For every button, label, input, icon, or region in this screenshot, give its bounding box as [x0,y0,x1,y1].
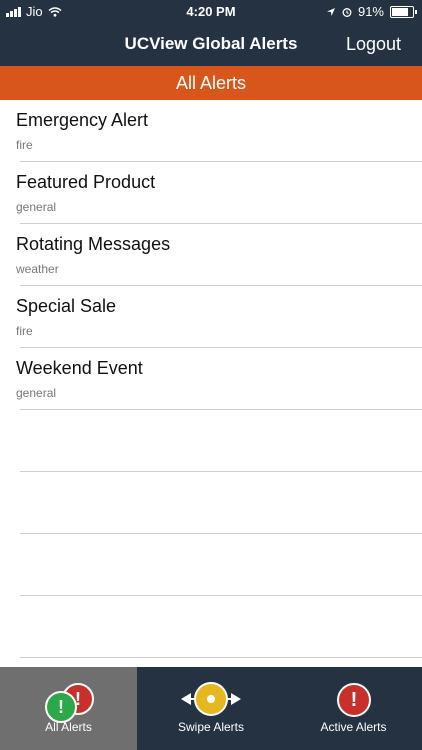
tab-bar: ! ! All Alerts Swipe Alerts ! Active Ale… [0,667,422,750]
empty-row [20,534,422,596]
alert-name: Special Sale [16,296,117,316]
top-bar: Jio 4:20 PM 91% UCView Global Alerts Log… [0,0,422,66]
alert-category: weather [16,262,59,276]
list-item[interactable]: Emergency Alert fire [16,100,422,162]
alert-name: Featured Product [16,172,156,192]
empty-row [20,596,422,658]
alert-list: Emergency Alert fire Featured Product ge… [0,100,422,658]
list-item[interactable]: Special Sale fire [16,286,422,348]
alarm-icon [342,7,352,17]
alert-name: Weekend Event [16,358,143,378]
list-item[interactable]: Rotating Messages weather [16,224,422,286]
battery-percent: 91% [357,4,384,19]
empty-row [20,472,422,534]
alert-category: general [16,386,57,400]
status-bar: Jio 4:20 PM 91% [0,0,422,22]
battery-icon [390,5,417,18]
alert-name: Rotating Messages [16,234,171,254]
tab-label: Swipe Alerts [177,720,245,734]
check-alert-icon: ! [45,691,77,723]
swipe-icon [181,682,241,716]
page-title: All Alerts [0,66,422,100]
active-alert-icon: ! [337,683,371,717]
list-item[interactable]: Featured Product general [16,162,422,224]
alert-name: Emergency Alert [16,110,149,130]
list-item[interactable]: Weekend Event general [16,348,422,410]
tab-swipe-alerts[interactable]: Swipe Alerts [137,667,285,750]
tab-all-alerts[interactable]: ! ! All Alerts [0,667,137,750]
empty-row [20,410,422,472]
tab-active-alerts[interactable]: ! Active Alerts [285,667,422,750]
tab-label: All Alerts [45,720,92,734]
alert-category: fire [16,324,33,338]
logout-button[interactable]: Logout [346,34,401,55]
alert-category: fire [16,138,33,152]
location-arrow-icon [326,7,335,16]
alert-category: general [16,200,57,214]
battery-fill [392,7,409,16]
tab-label: Active Alerts [320,720,387,734]
